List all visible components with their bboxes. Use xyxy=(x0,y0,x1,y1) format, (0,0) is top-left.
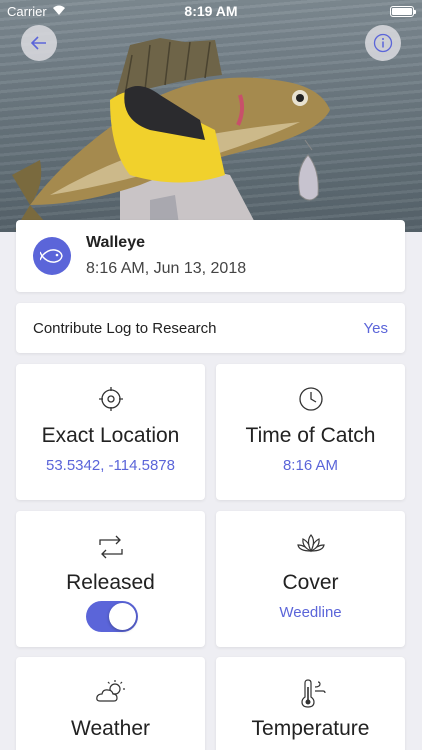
time-title: Time of Catch xyxy=(245,424,376,447)
back-arrow-icon xyxy=(31,36,46,50)
released-toggle[interactable] xyxy=(86,601,138,632)
contribute-row[interactable]: Contribute Log to Research Yes xyxy=(16,303,405,353)
species-name: Walleye xyxy=(86,234,145,251)
release-arrows-icon xyxy=(16,533,205,561)
contribute-value[interactable]: Yes xyxy=(364,320,388,337)
toggle-knob xyxy=(109,603,136,630)
cover-value: Weedline xyxy=(279,604,342,621)
catch-photo xyxy=(0,0,422,232)
lotus-icon xyxy=(216,533,405,557)
weather-tile[interactable]: Weather xyxy=(16,657,205,750)
released-title: Released xyxy=(66,571,155,594)
species-card[interactable]: Walleye 8:16 AM, Jun 13, 2018 xyxy=(16,220,405,292)
temperature-title: Temperature xyxy=(251,717,370,740)
time-tile[interactable]: Time of Catch 8:16 AM xyxy=(216,364,405,500)
thermometer-icon xyxy=(216,679,405,709)
status-bar: Carrier 8:19 AM xyxy=(0,0,422,22)
location-value: 53.5342, -114.5878 xyxy=(45,457,175,474)
weather-title: Weather xyxy=(71,717,150,740)
info-button[interactable] xyxy=(365,25,401,61)
cover-tile[interactable]: Cover Weedline xyxy=(216,511,405,647)
partly-cloudy-icon xyxy=(16,679,205,705)
fish-icon xyxy=(33,237,71,275)
battery-icon xyxy=(390,6,416,17)
location-title: Exact Location xyxy=(41,424,180,447)
contribute-label: Contribute Log to Research xyxy=(33,320,217,337)
walleye-fish-photo xyxy=(12,38,330,232)
released-tile[interactable]: Released xyxy=(16,511,205,647)
cover-title: Cover xyxy=(282,571,339,594)
time-value: 8:16 AM xyxy=(282,457,339,474)
location-tile[interactable]: Exact Location 53.5342, -114.5878 xyxy=(16,364,205,500)
status-time: 8:19 AM xyxy=(184,3,238,19)
temperature-tile[interactable]: Temperature xyxy=(216,657,405,750)
clock-icon xyxy=(216,386,405,412)
crosshair-icon xyxy=(16,386,205,412)
catch-datetime: 8:16 AM, Jun 13, 2018 xyxy=(86,260,247,277)
info-icon xyxy=(373,33,393,53)
back-button[interactable] xyxy=(21,25,57,61)
